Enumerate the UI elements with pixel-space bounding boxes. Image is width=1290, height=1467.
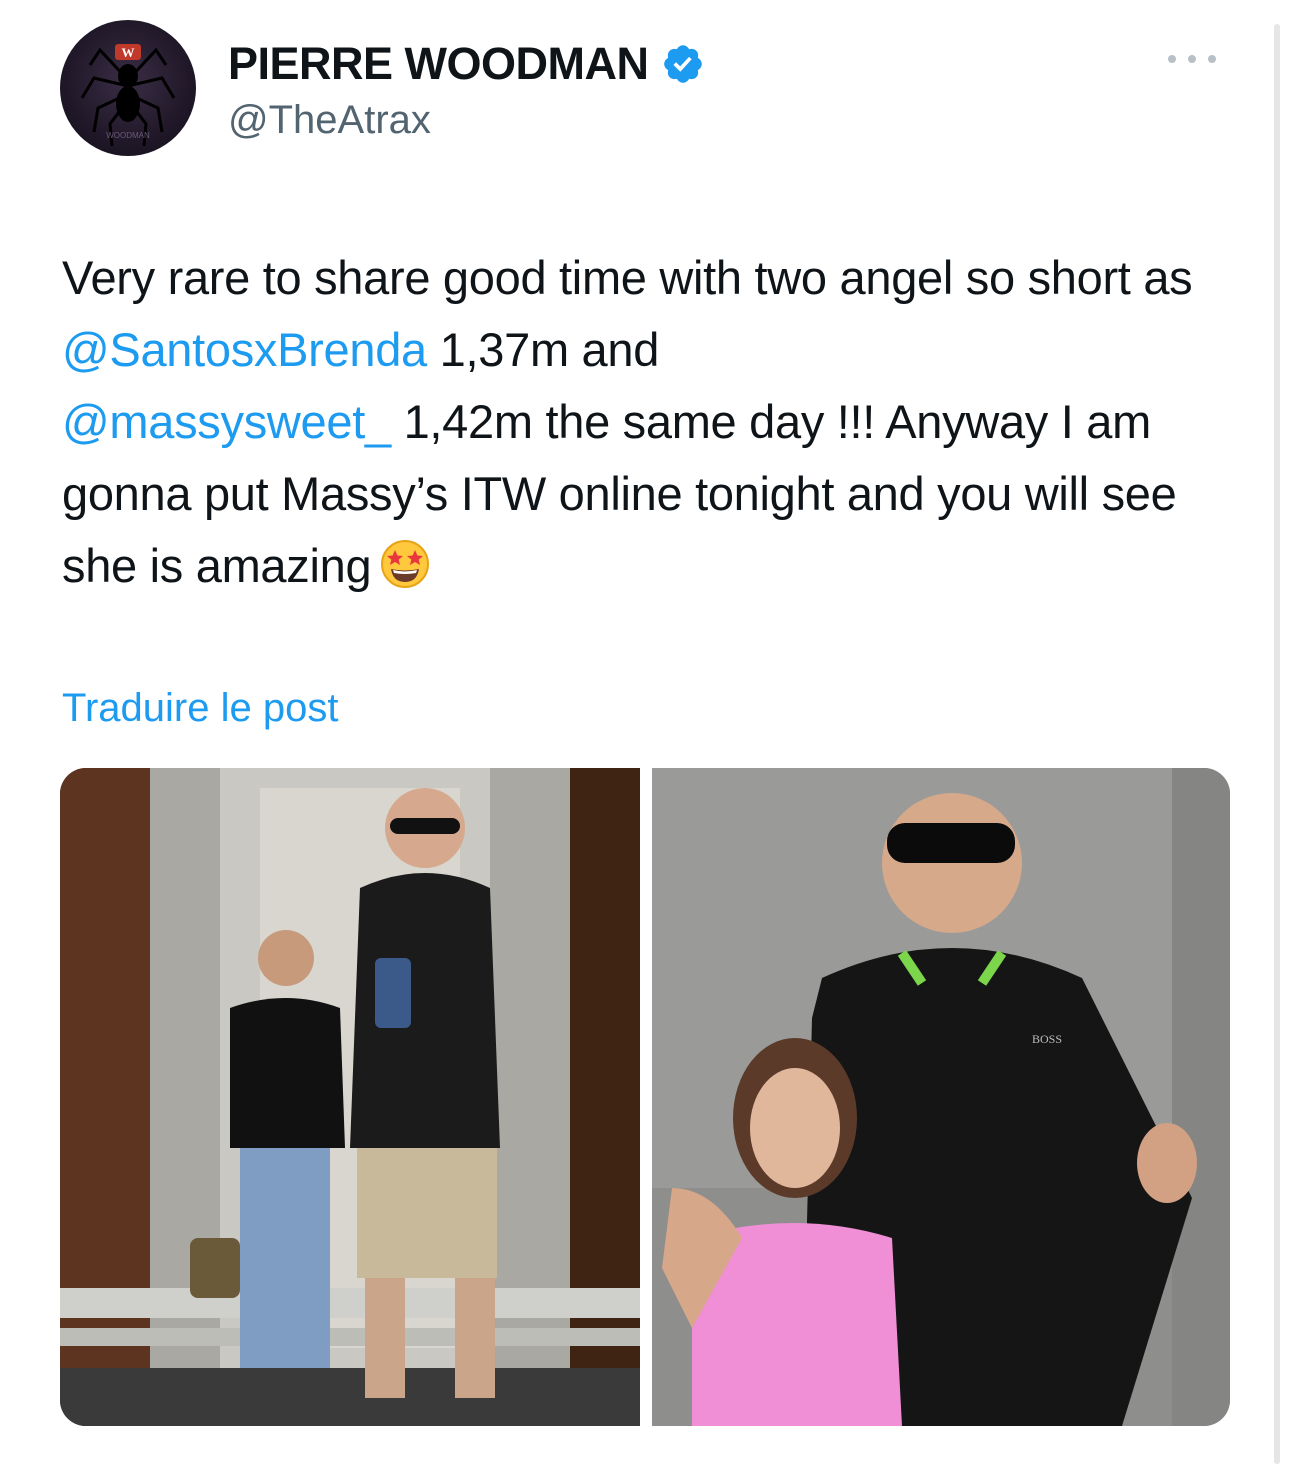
scrollbar[interactable]	[1274, 24, 1280, 1464]
author-handle[interactable]: @TheAtrax	[228, 98, 431, 143]
translate-post-link[interactable]: Traduire le post	[62, 686, 338, 731]
svg-text:W: W	[122, 45, 135, 60]
svg-text:WOODMAN: WOODMAN	[106, 131, 150, 140]
shirt-brand-label: BOSS	[1032, 1032, 1062, 1046]
tweet-text: Very rare to share good time with two an…	[62, 242, 1242, 602]
author-display-name[interactable]: PIERRE WOODMAN	[228, 38, 649, 90]
spider-logo-icon: W WOODMAN	[80, 44, 176, 147]
more-options-icon[interactable]	[1162, 44, 1222, 74]
elevator-photo-image	[60, 768, 640, 1426]
author-name-row[interactable]: PIERRE WOODMAN	[228, 38, 705, 90]
star-struck-emoji-icon	[381, 540, 430, 588]
verified-badge-icon	[663, 45, 702, 83]
portrait-photo-image: BOSS	[652, 768, 1230, 1426]
author-avatar[interactable]: W WOODMAN	[60, 20, 196, 156]
mention-link[interactable]: @SantosxBrenda	[62, 323, 427, 376]
tweet-text-part: Very rare to share good time with two an…	[62, 251, 1193, 304]
photo-elevator-selfie[interactable]	[60, 768, 640, 1426]
photo-portrait[interactable]: BOSS	[652, 768, 1230, 1426]
mention-link[interactable]: @massysweet_	[62, 395, 391, 448]
tweet-text-part: 1,37m and	[426, 323, 660, 376]
media-grid: BOSS	[60, 768, 1230, 1426]
